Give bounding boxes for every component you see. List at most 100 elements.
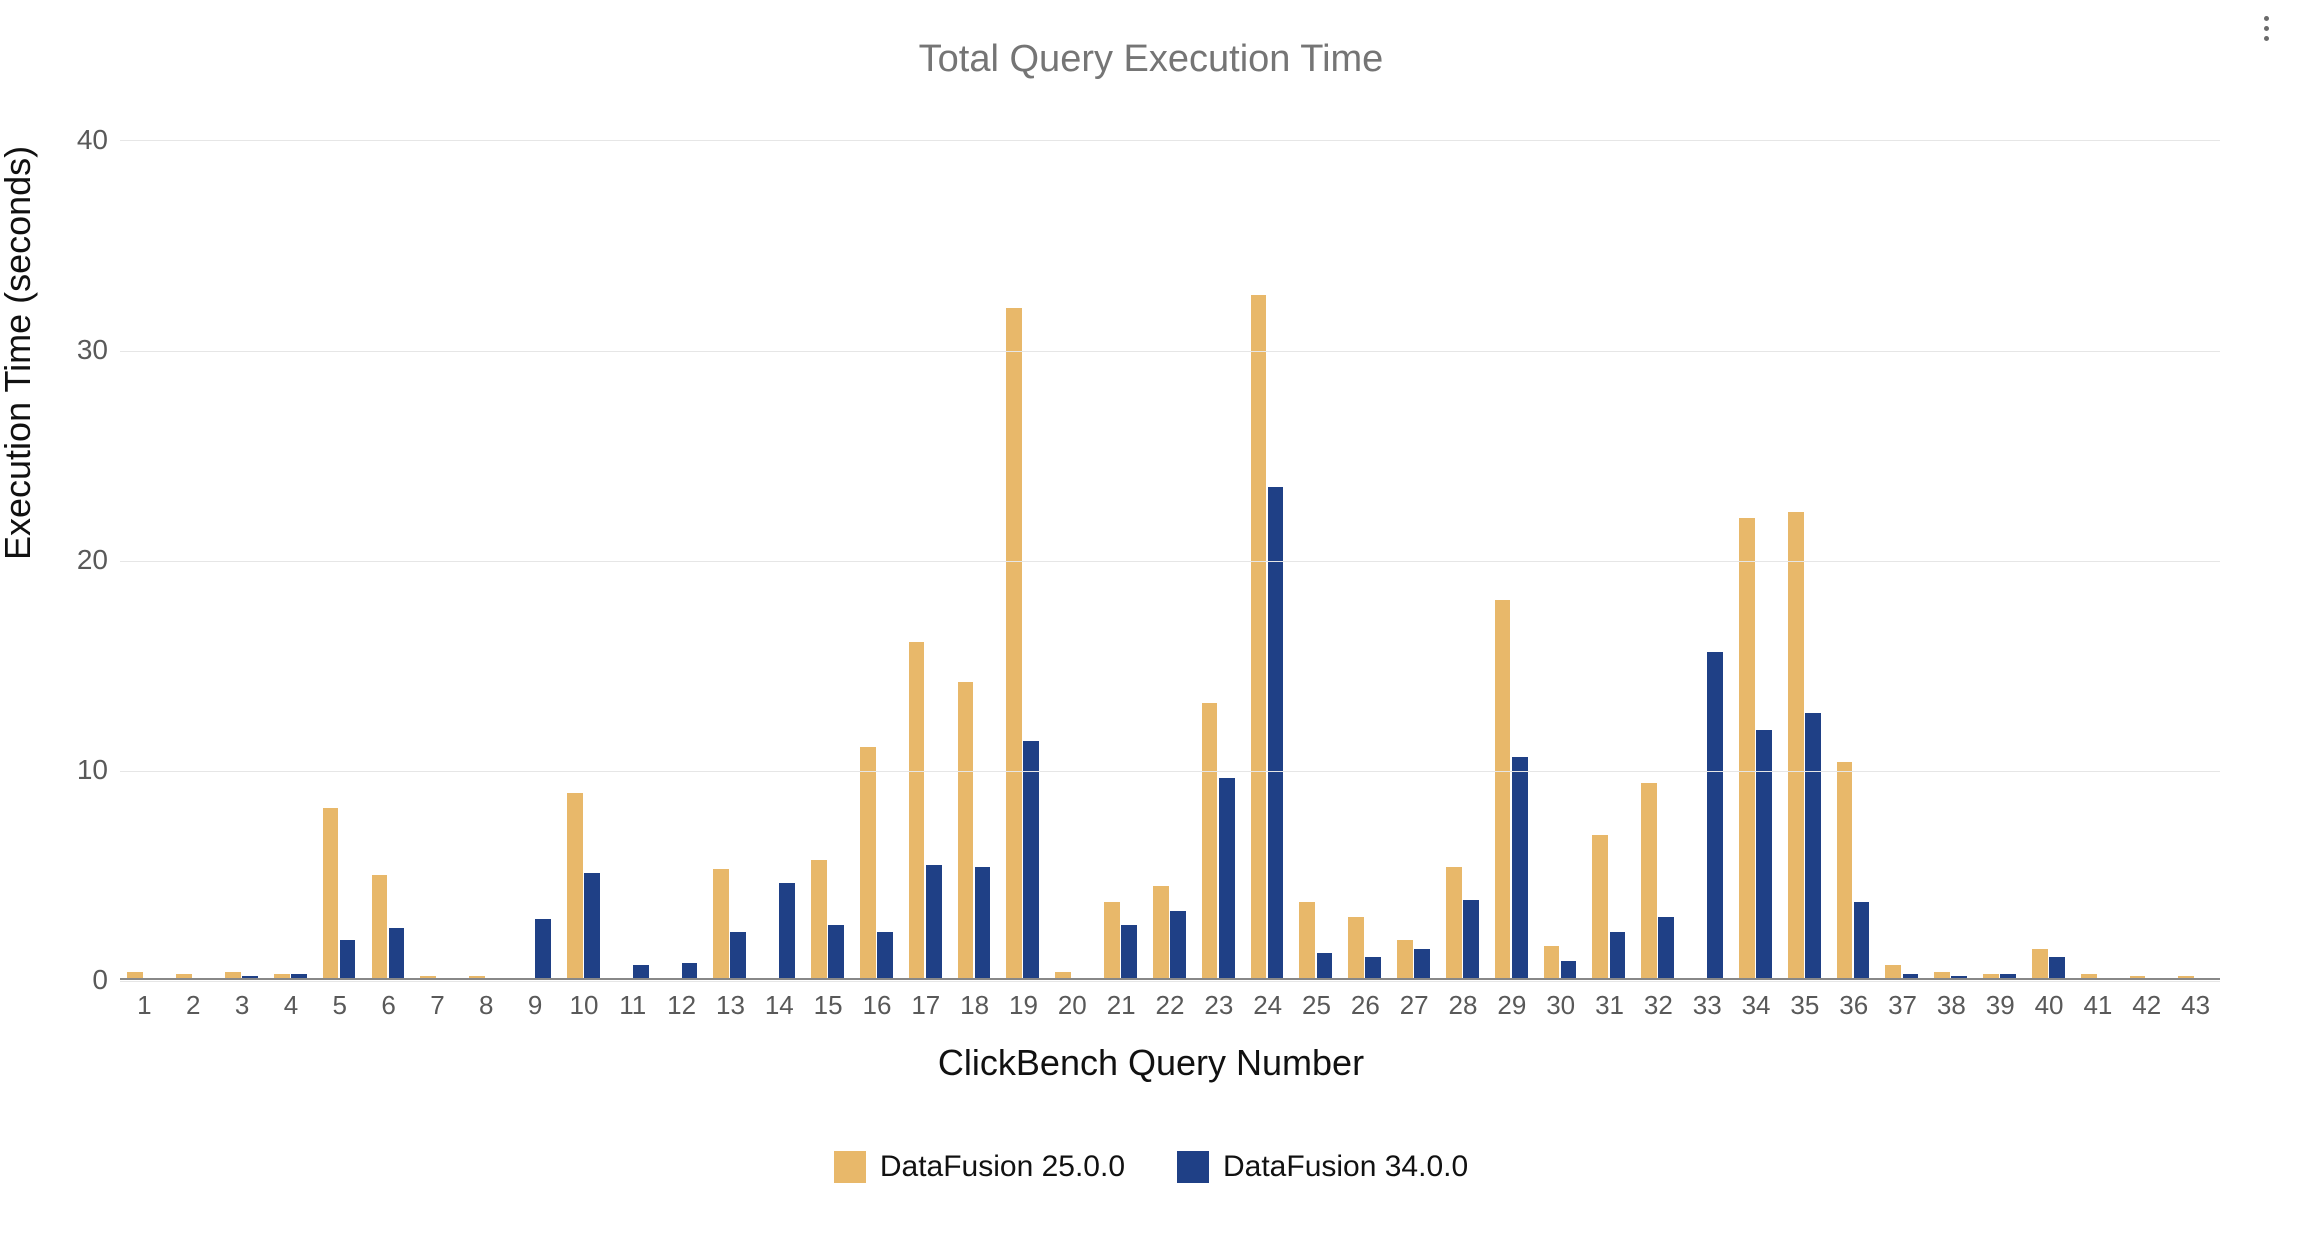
x-tick-label: 32: [1644, 990, 1673, 1021]
x-tick-label: 42: [2132, 990, 2161, 1021]
bar-series1: [1317, 953, 1333, 980]
x-tick-label: 11: [619, 990, 646, 1021]
bar-series0: [2032, 949, 2048, 981]
legend-swatch: [834, 1151, 866, 1183]
x-tick-label: 20: [1058, 990, 1087, 1021]
bar-series0: [1837, 762, 1853, 980]
legend-swatch: [1177, 1151, 1209, 1183]
x-tick-label: 28: [1449, 990, 1478, 1021]
legend-item[interactable]: DataFusion 25.0.0: [834, 1150, 1125, 1184]
x-tick-label: 39: [1986, 990, 2015, 1021]
bar-series1: [1023, 741, 1039, 980]
x-tick-label: 24: [1253, 990, 1282, 1021]
bar-series0: [1641, 783, 1657, 980]
y-tick-label: 40: [48, 124, 108, 156]
bar-series0: [713, 869, 729, 980]
bar-series0: [1739, 518, 1755, 980]
x-tick-label: 31: [1595, 990, 1624, 1021]
x-tick-label: 16: [863, 990, 892, 1021]
x-tick-label: 38: [1937, 990, 1966, 1021]
x-tick-layer: 1234567891011121314151617181920212223242…: [120, 982, 2220, 1042]
bar-series1: [926, 865, 942, 981]
bar-series1: [1756, 730, 1772, 980]
plot-area: [120, 140, 2220, 980]
x-tick-label: 29: [1497, 990, 1526, 1021]
bar-series0: [567, 793, 583, 980]
bar-series0: [1104, 902, 1120, 980]
bar-series1: [1170, 911, 1186, 980]
bar-series0: [372, 875, 388, 980]
x-tick-label: 18: [960, 990, 989, 1021]
bar-series1: [584, 873, 600, 980]
bar-series1: [340, 940, 356, 980]
bar-series0: [958, 682, 974, 980]
x-tick-label: 40: [2035, 990, 2064, 1021]
x-axis-line: [120, 978, 2220, 980]
bar-series1: [1707, 652, 1723, 980]
bar-series1: [1121, 925, 1137, 980]
bar-series1: [1512, 757, 1528, 980]
x-tick-label: 41: [2083, 990, 2112, 1021]
bar-series1: [2049, 957, 2065, 980]
bar-series0: [811, 860, 827, 980]
x-tick-label: 35: [1790, 990, 1819, 1021]
bar-series0: [1446, 867, 1462, 980]
x-tick-label: 7: [430, 990, 444, 1021]
x-tick-label: 30: [1546, 990, 1575, 1021]
bar-series0: [1348, 917, 1364, 980]
bar-series0: [1592, 835, 1608, 980]
bar-series1: [779, 883, 795, 980]
bar-series1: [1365, 957, 1381, 980]
bar-series1: [1414, 949, 1430, 981]
legend-label: DataFusion 34.0.0: [1223, 1150, 1468, 1184]
x-axis-label: ClickBench Query Number: [0, 1042, 2302, 1084]
bar-series1: [535, 919, 551, 980]
bar-series1: [730, 932, 746, 980]
chart-title: Total Query Execution Time: [0, 38, 2302, 81]
x-tick-label: 15: [814, 990, 843, 1021]
x-tick-label: 33: [1693, 990, 1722, 1021]
y-tick-label: 0: [48, 964, 108, 996]
more-vert-icon[interactable]: [2254, 10, 2278, 46]
bar-series0: [1006, 308, 1022, 980]
legend: DataFusion 25.0.0 DataFusion 34.0.0: [0, 1150, 2302, 1184]
x-tick-label: 34: [1742, 990, 1771, 1021]
bar-series0: [909, 642, 925, 980]
y-axis-label: Execution Time (seconds): [0, 146, 39, 560]
bar-series0: [323, 808, 339, 980]
bar-series1: [828, 925, 844, 980]
x-tick-label: 37: [1888, 990, 1917, 1021]
x-tick-label: 6: [381, 990, 395, 1021]
bar-series1: [1854, 902, 1870, 980]
bar-series0: [1495, 600, 1511, 980]
bar-series0: [1544, 946, 1560, 980]
x-tick-label: 8: [479, 990, 493, 1021]
x-tick-label: 5: [333, 990, 347, 1021]
y-tick-label: 20: [48, 544, 108, 576]
legend-item[interactable]: DataFusion 34.0.0: [1177, 1150, 1468, 1184]
bar-series0: [1251, 295, 1267, 980]
bar-series1: [1219, 778, 1235, 980]
x-tick-label: 4: [284, 990, 298, 1021]
x-tick-label: 9: [528, 990, 542, 1021]
x-tick-label: 13: [716, 990, 745, 1021]
x-tick-label: 43: [2181, 990, 2210, 1021]
y-tick-label: 30: [48, 334, 108, 366]
x-tick-label: 23: [1204, 990, 1233, 1021]
x-tick-label: 12: [667, 990, 696, 1021]
bar-series0: [1397, 940, 1413, 980]
bar-series0: [1153, 886, 1169, 981]
x-tick-label: 1: [137, 990, 151, 1021]
bar-series1: [1658, 917, 1674, 980]
x-tick-label: 22: [1156, 990, 1185, 1021]
x-tick-label: 2: [186, 990, 200, 1021]
x-tick-label: 14: [765, 990, 794, 1021]
chart-container: Total Query Execution Time 1234567891011…: [0, 0, 2302, 1236]
gridline: [120, 351, 2220, 352]
x-tick-label: 19: [1009, 990, 1038, 1021]
bar-series0: [1299, 902, 1315, 980]
x-tick-label: 36: [1839, 990, 1868, 1021]
x-tick-label: 27: [1400, 990, 1429, 1021]
x-tick-label: 26: [1351, 990, 1380, 1021]
gridline: [120, 771, 2220, 772]
